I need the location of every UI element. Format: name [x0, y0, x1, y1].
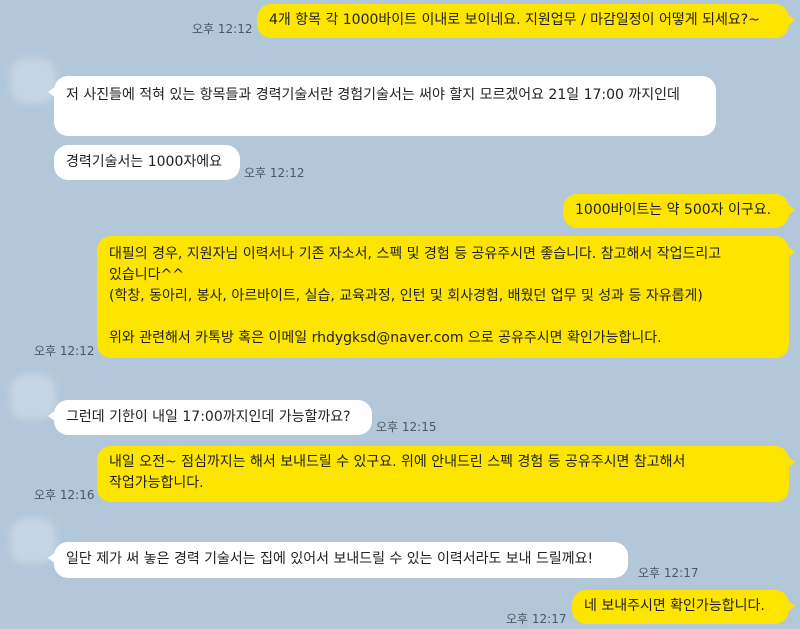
chat-bubble-received[interactable]: 그런데 기한이 내일 17:00까지인데 가능할까요? [48, 400, 372, 435]
chat-bubble-sent[interactable]: 대필의 경우, 지원자님 이력서나 기존 자소서, 스펙 및 경험 등 공유주시… [97, 236, 795, 358]
chat-bubble-received[interactable]: 일단 제가 써 놓은 경력 기술서는 집에 있어서 보내드릴 수 있는 이력서라… [48, 542, 628, 578]
message-time: 오후 12:15 [376, 420, 437, 434]
chat-bubble-sent[interactable]: 내일 오전~ 점심까지는 해서 보내드릴 수 있구요. 위에 안내드린 스펙 경… [97, 446, 795, 502]
message-time: 오후 12:12 [34, 344, 95, 358]
chat-bubble-sent[interactable]: 4개 항목 각 1000바이트 이내로 보이네요. 지원업무 / 마감일정이 어… [257, 4, 795, 38]
message-time: 오후 12:17 [506, 612, 567, 626]
message-time: 오후 12:12 [244, 166, 305, 180]
chat-bubble-received[interactable]: 경력기술서는 1000자에요 [54, 145, 240, 180]
chat-bubble-sent[interactable]: 네 보내주시면 확인가능합니다. [572, 590, 795, 624]
message-time: 오후 12:17 [638, 566, 699, 580]
message-time: 오후 12:12 [192, 22, 253, 36]
chat-bubble-received[interactable]: 저 사진들에 적혀 있는 항목들과 경력기술서란 경험기술서는 써야 할지 모르… [48, 76, 716, 136]
message-time: 오후 12:16 [34, 488, 95, 502]
chat-bubble-sent[interactable]: 1000바이트는 약 500자 이구요. [563, 194, 795, 228]
